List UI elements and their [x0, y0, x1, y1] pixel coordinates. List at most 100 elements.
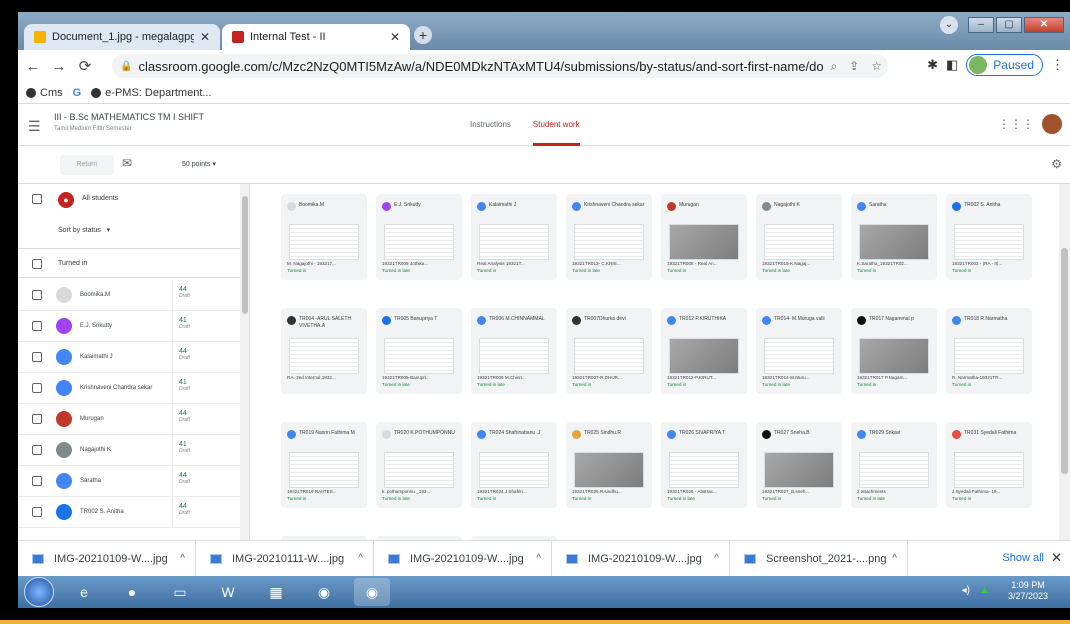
- grade-cell[interactable]: 44 Draft: [172, 497, 240, 528]
- attachment-thumbnail[interactable]: [669, 224, 739, 260]
- profile-button[interactable]: Paused: [966, 54, 1043, 76]
- download-item[interactable]: Screenshot_2021-....png ^: [730, 540, 908, 577]
- submission-card[interactable]: TR026 SIVAPRIYA T 19321TR026 - Abstrac...…: [661, 422, 747, 508]
- attachment-thumbnail[interactable]: [859, 452, 929, 488]
- student-row[interactable]: Murugan 44 Draft: [18, 404, 240, 435]
- attachment-thumbnail[interactable]: [669, 338, 739, 374]
- bookmark-cms[interactable]: Cms: [26, 87, 63, 99]
- grade-cell[interactable]: 41 Draft: [172, 373, 240, 404]
- submission-card[interactable]: TR019 Nasrin Fathima M 19321TR019 RAIITES…: [281, 422, 367, 508]
- submission-card[interactable]: Nagajothi K 19321TR015-K.Nagaj... Turned i…: [756, 194, 842, 280]
- submission-card[interactable]: TR029 Srikavi 2 attachments Turned in late: [851, 422, 937, 508]
- forward-icon[interactable]: →: [48, 58, 70, 75]
- checkbox[interactable]: [32, 321, 42, 331]
- submission-card[interactable]: Krishnaveni Chandra sekar 19321TR013- C.K…: [566, 194, 652, 280]
- winrar-icon[interactable]: ▦: [258, 578, 294, 606]
- mail-icon[interactable]: ✉: [122, 156, 132, 170]
- download-item[interactable]: IMG-20210109-W....jpg ^: [18, 540, 196, 577]
- new-tab-button[interactable]: +: [414, 26, 432, 44]
- start-button[interactable]: [24, 577, 54, 607]
- student-row[interactable]: E.J. Srikutty 41 Draft: [18, 311, 240, 342]
- close-icon[interactable]: ✕: [1051, 550, 1062, 566]
- grade-cell[interactable]: 44 Draft: [172, 404, 240, 435]
- download-item[interactable]: IMG-20210111-W....jpg ^: [196, 540, 374, 577]
- folder-icon[interactable]: ▭: [162, 578, 198, 606]
- submission-card[interactable]: TR020 K.POTHUMPONNU k. pothumponnu _193..…: [376, 422, 462, 508]
- checkbox[interactable]: [32, 259, 42, 269]
- download-item[interactable]: IMG-20210109-W....jpg ^: [552, 540, 730, 577]
- student-row[interactable]: Kalaimathi J 44 Draft: [18, 342, 240, 373]
- volume-icon[interactable]: ◂): [962, 585, 970, 596]
- attachment-thumbnail[interactable]: [574, 224, 644, 260]
- tab-instructions[interactable]: Instructions: [470, 104, 511, 146]
- word-icon[interactable]: W: [210, 578, 246, 606]
- tab-document[interactable]: Document_1.jpg - megalagpgd@ ✕: [24, 24, 220, 50]
- download-item[interactable]: IMG-20210109-W....jpg ^: [374, 540, 552, 577]
- firefox-icon[interactable]: ●: [114, 578, 150, 606]
- attachment-thumbnail[interactable]: [764, 452, 834, 488]
- chevron-down-icon[interactable]: ⌄: [940, 16, 958, 34]
- attachment-thumbnail[interactable]: [479, 338, 549, 374]
- minimize-button[interactable]: –: [968, 17, 994, 33]
- return-button[interactable]: Return: [60, 155, 114, 175]
- attachment-thumbnail[interactable]: [859, 338, 929, 374]
- chevron-up-icon[interactable]: ^: [714, 553, 719, 564]
- submission-card[interactable]: TR017 Nagammal p 19321TR017 P.Nagam... Tur…: [851, 308, 937, 394]
- submission-card[interactable]: TR007Dhurka devi 19321TR007-R.DHUR... Turn…: [566, 308, 652, 394]
- submission-card[interactable]: TR024 Shafrinabanu .J 19321TR024.J.Shafri…: [471, 422, 557, 508]
- student-row[interactable]: Boomika.M 44 Draft: [18, 280, 240, 311]
- attachment-thumbnail[interactable]: [954, 224, 1024, 260]
- grade-cell[interactable]: 41 Draft: [172, 435, 240, 466]
- address-bar[interactable]: 🔒 classroom.google.com/c/Mzc2NzQ0MTI5MzA…: [112, 54, 888, 78]
- submission-card[interactable]: TR025 Sindhu.R 19321TR025.R.sindhu... Turn…: [566, 422, 652, 508]
- student-row[interactable]: TR002 S. Anitha 44 Draft: [18, 497, 240, 528]
- submission-card[interactable]: TR006 M.CHINNAMMAL 19321TR006 M.Chinn... T…: [471, 308, 557, 394]
- student-row[interactable]: Krishnaveni Chandra sekar 41 Draft: [18, 373, 240, 404]
- submission-card[interactable]: TR004 -ARUL SALETH VIVETHA.A RA- 2nd Inte…: [281, 308, 367, 394]
- submission-card[interactable]: TR014- M.Muruga valli 19321TR014-M.Muru..…: [756, 308, 842, 394]
- submission-card[interactable]: Boomika.M M. Nagajothi - 193217... Turned …: [281, 194, 367, 280]
- scrollbar-thumb[interactable]: [242, 196, 248, 314]
- points-dropdown[interactable]: 50 points ▾: [182, 160, 216, 168]
- attachment-thumbnail[interactable]: [859, 224, 929, 260]
- attachment-thumbnail[interactable]: [384, 224, 454, 260]
- chrome-icon[interactable]: ◉: [306, 578, 342, 606]
- sort-dropdown[interactable]: Sort by status ▾: [58, 226, 110, 234]
- extensions-icon[interactable]: ✱: [927, 57, 938, 73]
- all-students-row[interactable]: ● All students: [18, 184, 240, 214]
- checkbox[interactable]: [32, 476, 42, 486]
- attachment-thumbnail[interactable]: [479, 452, 549, 488]
- submission-card[interactable]: TR005 Banupriya T 19321TR005-Banupri... Tu…: [376, 308, 462, 394]
- chrome-icon[interactable]: ◉: [354, 578, 390, 606]
- chevron-up-icon[interactable]: ^: [358, 553, 363, 564]
- clock[interactable]: 1:09 PM 3/27/2023: [1008, 580, 1048, 602]
- attachment-thumbnail[interactable]: [954, 452, 1024, 488]
- tab-student-work[interactable]: Student work: [532, 104, 580, 146]
- attachment-thumbnail[interactable]: [669, 452, 739, 488]
- avatar[interactable]: [1042, 114, 1062, 134]
- checkbox[interactable]: [32, 290, 42, 300]
- checkbox[interactable]: [32, 352, 42, 362]
- tab-internal-test[interactable]: Internal Test - II ✕: [222, 24, 410, 50]
- checkbox[interactable]: [32, 445, 42, 455]
- submission-card[interactable]: TR027 Sneha.B 19321TR027_B.sneh... Turned …: [756, 422, 842, 508]
- share-icon[interactable]: ⇪: [849, 59, 859, 73]
- attachment-thumbnail[interactable]: [289, 338, 359, 374]
- chevron-up-icon[interactable]: ^: [536, 553, 541, 564]
- bookmark-epms[interactable]: e-PMS: Department...: [91, 87, 212, 99]
- submission-card[interactable]: TR018 R.Narmatha R. Narmatha-19321TR... Tu…: [946, 308, 1032, 394]
- close-icon[interactable]: ✕: [390, 30, 400, 44]
- submission-card[interactable]: E.J. Srikutty 19321TR009 Jothika... Turned…: [376, 194, 462, 280]
- checkbox[interactable]: [32, 414, 42, 424]
- attachment-thumbnail[interactable]: [764, 338, 834, 374]
- chevron-up-icon[interactable]: ^: [180, 553, 185, 564]
- star-icon[interactable]: ☆: [871, 59, 882, 73]
- back-icon[interactable]: ←: [22, 58, 44, 75]
- bookmark-google[interactable]: G: [73, 87, 82, 99]
- ie-icon[interactable]: e: [66, 578, 102, 606]
- attachment-thumbnail[interactable]: [384, 338, 454, 374]
- maximize-button[interactable]: ▢: [996, 17, 1022, 33]
- grade-cell[interactable]: 44 Draft: [172, 466, 240, 497]
- submission-card[interactable]: TR031 Syedali Fathima J.Syedali Fathima- …: [946, 422, 1032, 508]
- attachment-thumbnail[interactable]: [479, 224, 549, 260]
